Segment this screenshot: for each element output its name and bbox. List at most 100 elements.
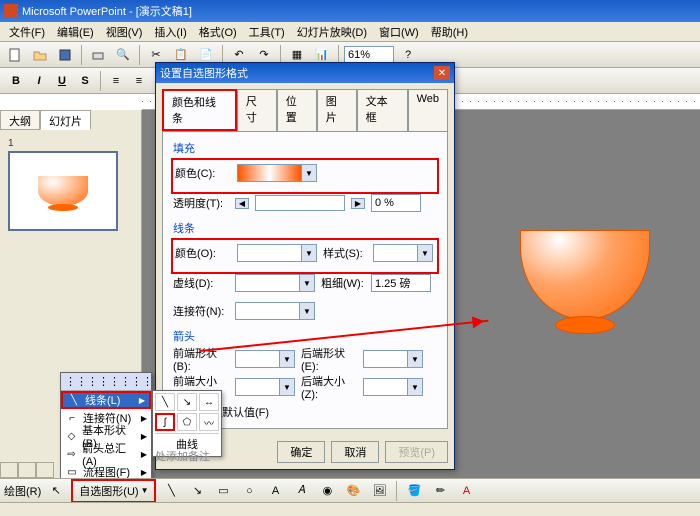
tab-picture[interactable]: 图片 (317, 89, 357, 131)
menu-help[interactable]: 帮助(H) (426, 22, 473, 42)
dialog-titlebar[interactable]: 设置自选图形格式 ✕ (156, 63, 454, 83)
menu-lines[interactable]: ╲ 线条(L)▶ (61, 391, 151, 409)
line-weight-label: 粗细(W): (321, 275, 365, 291)
wordart-icon[interactable]: 𝐴 (290, 480, 312, 502)
underline-button[interactable]: U (52, 71, 72, 91)
tab-outline[interactable]: 大纲 (0, 110, 40, 130)
lines-icon: ╲ (67, 393, 81, 407)
slide-number: 1 (8, 138, 133, 149)
connectors-icon: ⌐ (65, 411, 79, 425)
basic-shapes-icon: ◇ (65, 429, 78, 443)
curve-tool-icon[interactable]: ∫ (155, 413, 175, 431)
menu-edit[interactable]: 编辑(E) (52, 22, 99, 42)
preview-button[interactable]: 预览(P) (385, 441, 448, 463)
scribble-tool-icon[interactable]: 〰 (199, 413, 219, 431)
line-icon[interactable]: ╲ (160, 480, 182, 502)
transparency-label: 透明度(T): (173, 195, 229, 211)
bowl-shape-mini (38, 176, 88, 206)
connector-combo[interactable]: ▼ (235, 302, 315, 320)
autoshape-button[interactable]: 自选图形(U)▼ (71, 479, 156, 503)
freeform-tool-icon[interactable]: ⬠ (177, 413, 197, 431)
fill-color-combo[interactable]: ▼ (237, 164, 317, 182)
transparency-value[interactable]: 0 % (371, 194, 421, 212)
line-dash-combo[interactable]: ▼ (235, 274, 315, 292)
line-tool-icon[interactable]: ╲ (155, 393, 175, 411)
italic-button[interactable]: I (29, 71, 49, 91)
begin-style-combo[interactable]: ▼ (235, 350, 295, 368)
bold-button[interactable]: B (6, 71, 26, 91)
line-style-label: 样式(S): (323, 245, 367, 261)
menu-view[interactable]: 视图(V) (101, 22, 148, 42)
line-color-combo[interactable]: ▼ (237, 244, 317, 262)
menu-drag-handle[interactable]: ⋮⋮⋮⋮⋮⋮⋮⋮ (61, 373, 151, 391)
bowl-shape[interactable] (520, 230, 650, 330)
tab-textbox[interactable]: 文本框 (357, 89, 408, 131)
clipart-icon[interactable]: 🎨 (342, 480, 364, 502)
end-style-combo[interactable]: ▼ (363, 350, 423, 368)
draw-menu[interactable]: 绘图(R) (4, 483, 41, 499)
menu-window[interactable]: 窗口(W) (374, 22, 424, 42)
line-color-icon[interactable]: ✏ (429, 480, 451, 502)
picture-icon[interactable]: 🖼 (368, 480, 390, 502)
menu-format[interactable]: 格式(O) (194, 22, 242, 42)
tab-size[interactable]: 尺寸 (237, 89, 277, 131)
transparency-slider[interactable] (255, 195, 345, 211)
close-icon[interactable]: ✕ (434, 66, 450, 80)
zoom-combo[interactable]: 61% (344, 46, 394, 64)
double-arrow-icon[interactable]: ↔ (199, 393, 219, 411)
arrow-tool-icon[interactable]: ↘ (177, 393, 197, 411)
align-center-icon[interactable]: ≡ (129, 71, 149, 91)
drawing-toolbar: 绘图(R) ↖ 自选图形(U)▼ ╲ ↘ ▭ ○ A 𝐴 ◉ 🎨 🖼 🪣 ✏ A (0, 478, 700, 502)
block-arrows-icon: ⇨ (65, 447, 78, 461)
slideshow-view-icon[interactable] (36, 462, 54, 478)
notes-placeholder[interactable]: 处添加备注 (155, 448, 210, 464)
tab-color-line[interactable]: 颜色和线条 (162, 89, 237, 131)
fill-color-icon[interactable]: 🪣 (403, 480, 425, 502)
fill-section-label: 填充 (173, 140, 437, 156)
flowchart-icon: ▭ (65, 465, 79, 479)
powerpoint-icon (4, 4, 18, 18)
shadow-button[interactable]: S (75, 71, 95, 91)
sorter-view-icon[interactable] (18, 462, 36, 478)
textbox-icon[interactable]: A (264, 480, 286, 502)
menu-tools[interactable]: 工具(T) (244, 22, 290, 42)
menu-file[interactable]: 文件(F) (4, 22, 50, 42)
print-icon[interactable] (87, 44, 109, 66)
ok-button[interactable]: 确定 (277, 441, 325, 463)
new-icon[interactable] (4, 44, 26, 66)
line-weight-spinner[interactable]: 1.25 磅 (371, 274, 431, 292)
diagram-icon[interactable]: ◉ (316, 480, 338, 502)
menu-block-arrows[interactable]: ⇨ 箭头总汇(A)▶ (61, 445, 151, 463)
line-style-combo[interactable]: ▼ (373, 244, 433, 262)
end-style-label: 后端形状(E): (301, 345, 357, 373)
menu-slideshow[interactable]: 幻灯片放映(D) (292, 22, 372, 42)
line-color-label: 颜色(O): (175, 245, 231, 261)
begin-size-combo[interactable]: ▼ (235, 378, 295, 396)
slider-right-icon[interactable]: ▶ (351, 198, 365, 209)
view-buttons (0, 462, 54, 478)
open-icon[interactable] (29, 44, 51, 66)
normal-view-icon[interactable] (0, 462, 18, 478)
select-icon[interactable]: ↖ (45, 480, 67, 502)
tab-position[interactable]: 位置 (277, 89, 317, 131)
fill-color-label: 颜色(C): (175, 165, 231, 181)
slider-left-icon[interactable]: ◀ (235, 198, 249, 209)
preview-icon[interactable]: 🔍 (112, 44, 134, 66)
tab-web[interactable]: Web (408, 89, 448, 131)
lines-submenu: ╲ ↘ ↔ ∫ ⬠ 〰 曲线 (152, 390, 222, 457)
menu-insert[interactable]: 插入(I) (149, 22, 191, 42)
connector-label: 连接符(N): (173, 303, 229, 319)
oval-icon[interactable]: ○ (238, 480, 260, 502)
slide-thumbnail[interactable] (8, 151, 118, 231)
tab-slides[interactable]: 幻灯片 (40, 110, 91, 130)
arrow-draw-icon[interactable]: ↘ (186, 480, 208, 502)
line-section-label: 线条 (173, 220, 437, 236)
font-color-icon[interactable]: A (455, 480, 477, 502)
menu-bar: 文件(F) 编辑(E) 视图(V) 插入(I) 格式(O) 工具(T) 幻灯片放… (0, 22, 700, 42)
align-left-icon[interactable]: ≡ (106, 71, 126, 91)
save-icon[interactable] (54, 44, 76, 66)
cancel-button[interactable]: 取消 (331, 441, 379, 463)
end-size-label: 后端大小(Z): (301, 373, 357, 401)
rectangle-icon[interactable]: ▭ (212, 480, 234, 502)
end-size-combo[interactable]: ▼ (363, 378, 423, 396)
